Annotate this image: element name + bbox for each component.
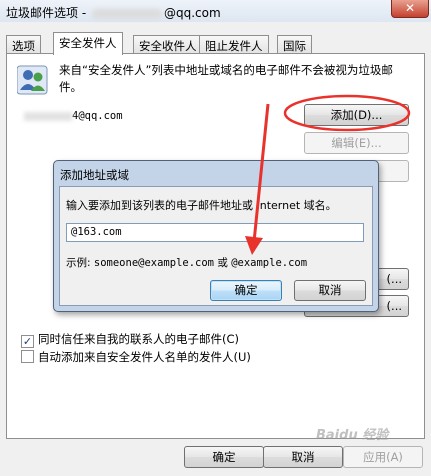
tab-safe-recipients[interactable]: 安全收件人 <box>133 35 203 54</box>
window-title-prefix: 垃圾邮件选项 - <box>6 6 87 20</box>
window-title-suffix: @qq.com <box>163 6 221 20</box>
check-icon[interactable]: ✓ <box>21 335 34 348</box>
example-or: 或 <box>217 257 228 269</box>
cancel-button[interactable]: 取消 <box>263 446 343 468</box>
list-item-suffix: 4@qq.com <box>72 110 123 122</box>
people-icon <box>17 65 48 95</box>
close-icon: ✕ <box>404 1 416 15</box>
auto-add-checkbox[interactable]: 自动添加来自安全发件人名单的发件人(U) <box>21 349 251 365</box>
redacted-email <box>91 8 162 19</box>
tab-options[interactable]: 选项 <box>6 35 41 54</box>
example-domain: @example.com <box>231 257 308 269</box>
add-button[interactable]: 添加(D)... <box>304 104 409 126</box>
dialog-prompt: 输入要添加到该列表的电子邮件地址或 Internet 域名。 <box>66 199 337 212</box>
ok-button[interactable]: 确定 <box>184 446 264 468</box>
trust-contacts-label: 同时信任来自我的联系人的电子邮件(C) <box>38 332 240 346</box>
example-address: someone@example.com <box>93 257 214 269</box>
panel-description: 来自“安全发件人”列表中地址或域名的电子邮件不会被视为垃圾邮件。 <box>59 63 393 94</box>
add-address-dialog: 添加地址或域 输入要添加到该列表的电子邮件地址或 Internet 域名。 @1… <box>53 160 379 312</box>
redacted-address <box>24 111 72 121</box>
checkbox-box[interactable] <box>21 350 34 363</box>
dialog-cancel-button[interactable]: 取消 <box>294 280 366 301</box>
tab-safe-senders[interactable]: 安全发件人 <box>53 32 123 55</box>
auto-add-label: 自动添加来自安全发件人名单的发件人(U) <box>38 350 251 364</box>
apply-button[interactable]: 应用(A) <box>343 446 423 468</box>
tab-international[interactable]: 国际 <box>277 35 312 54</box>
window-title: 垃圾邮件选项 - @qq.com <box>6 4 221 21</box>
example-label: 示例: <box>66 257 91 269</box>
tab-blocked-senders[interactable]: 阻止发件人 <box>199 35 269 54</box>
title-bar: 垃圾邮件选项 - @qq.com ✕ <box>0 0 431 22</box>
address-input[interactable]: @163.com <box>66 223 364 242</box>
close-button[interactable]: ✕ <box>391 0 429 18</box>
list-item[interactable]: 4@qq.com <box>24 110 123 122</box>
dialog-body: 输入要添加到该列表的电子邮件地址或 Internet 域名。 @163.com … <box>59 186 373 306</box>
dialog-title: 添加地址或域 <box>60 168 129 182</box>
dialog-example: 示例: someone@example.com 或 @example.com <box>66 255 307 270</box>
baidu-watermark: Baidu 经验 <box>316 428 389 443</box>
junk-email-options-window: 垃圾邮件选项 - @qq.com ✕ 选项 安全发件人 安全收件人 阻止发件人 … <box>0 0 431 476</box>
dialog-ok-button[interactable]: 确定 <box>210 280 282 301</box>
trust-contacts-checkbox[interactable]: ✓ 同时信任来自我的联系人的电子邮件(C) <box>21 331 239 348</box>
edit-button[interactable]: 编辑(E)... <box>304 132 409 154</box>
